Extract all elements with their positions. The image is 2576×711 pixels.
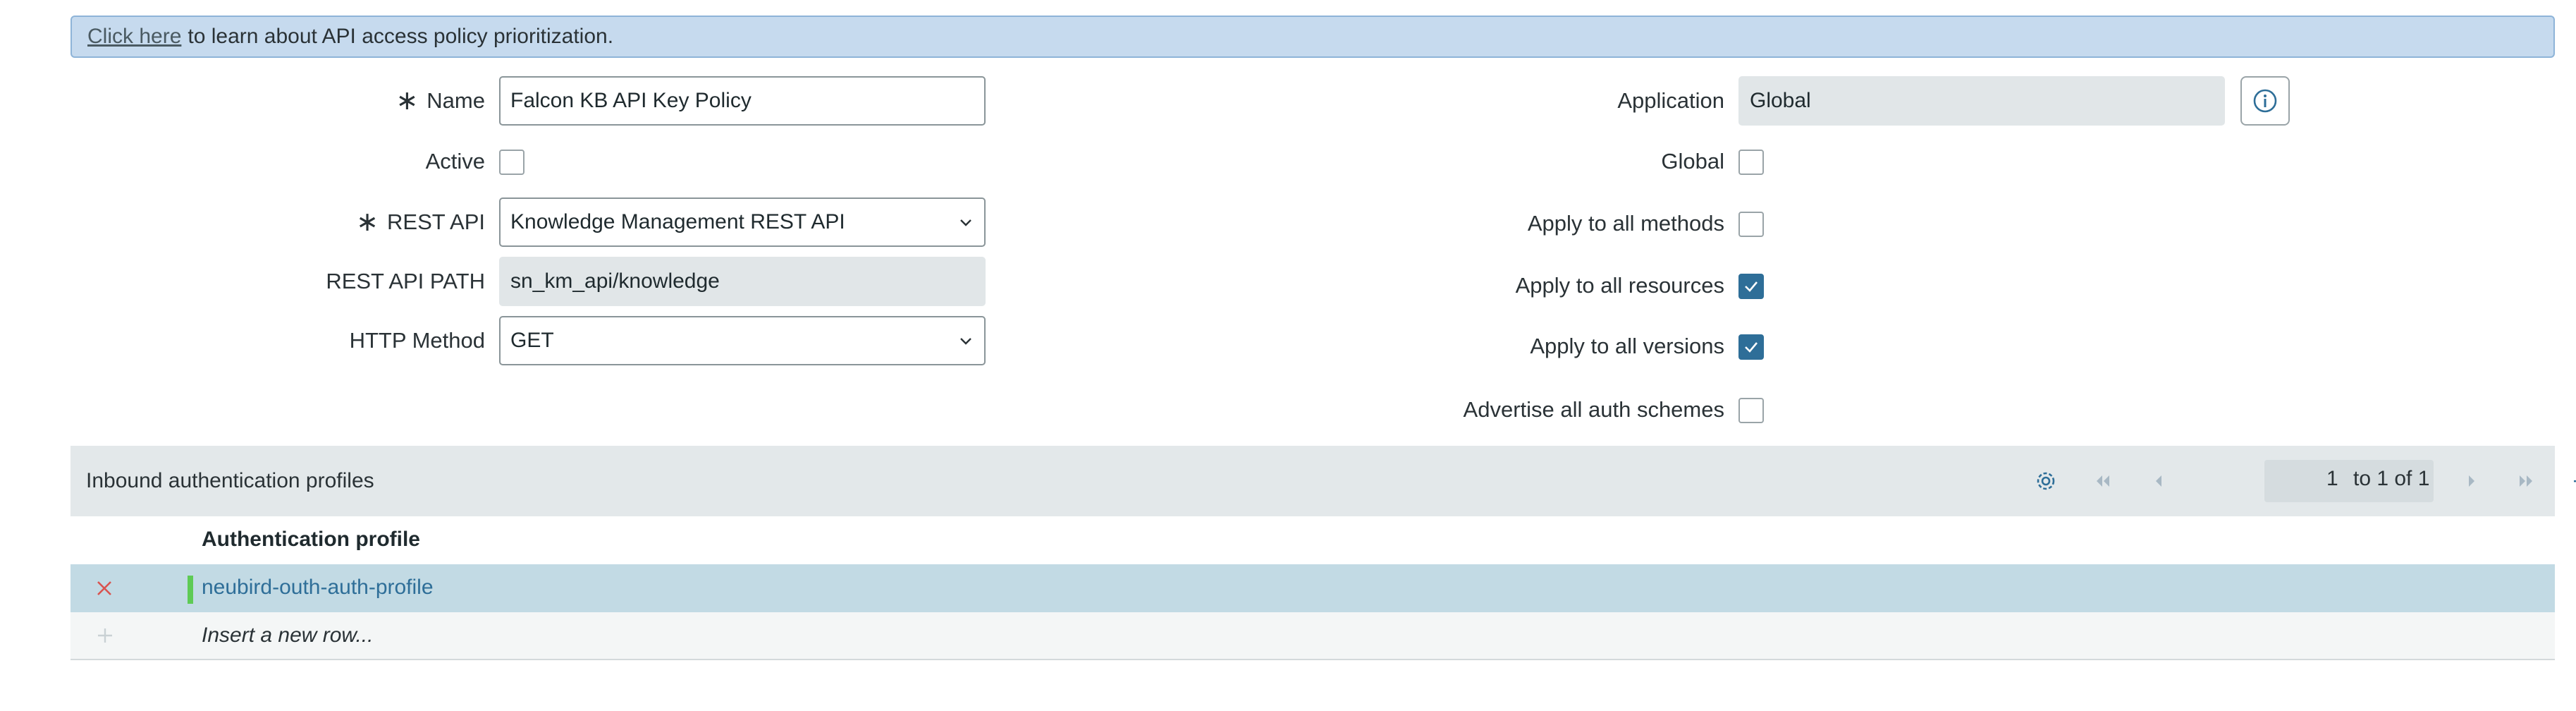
name-label: ∗ Name [395,86,485,116]
collapse-icon[interactable] [2568,466,2576,497]
apply-all-versions-checkbox[interactable] [1738,334,1764,360]
application-label: Application [1617,88,1724,113]
check-icon [1745,342,1758,353]
http-method-label: HTTP Method [349,328,485,353]
global-checkbox[interactable] [1738,150,1764,175]
apply-all-resources-checkbox[interactable] [1738,274,1764,299]
advertise-auth-checkbox[interactable] [1738,398,1764,423]
add-row-icon[interactable] [93,624,117,648]
chevron-down-icon [960,338,971,345]
check-icon [1745,281,1758,292]
http-method-select[interactable]: GET [499,316,986,365]
info-icon [2253,89,2277,113]
application-field: Global [1738,76,2225,126]
authentication-profile-link[interactable]: neubird-outh-auth-profile [202,576,434,600]
info-banner: Click here to learn about API access pol… [70,16,2555,58]
required-icon: ∗ [356,207,379,237]
previous-page-icon[interactable] [2143,466,2174,497]
apply-all-versions-label: Apply to all versions [1530,334,1724,358]
last-page-icon[interactable] [2511,466,2542,497]
column-header-authentication-profile[interactable]: Authentication profile [202,528,420,552]
click-here-link[interactable]: Click here [87,25,181,49]
active-checkbox[interactable] [499,150,525,175]
rest-api-path-label: REST API PATH [326,269,485,293]
active-label: Active [425,149,485,174]
related-list-header: Inbound authentication profiles 1 to 1 o… [70,446,2576,516]
rest-api-label: ∗ REST API [356,207,485,237]
related-list-title: Inbound authentication profiles [86,469,374,492]
global-label: Global [1661,149,1724,174]
insert-row[interactable] [70,612,2555,660]
required-icon: ∗ [395,86,419,116]
first-page-icon[interactable] [2087,466,2118,497]
banner-text: to learn about API access policy priorit… [188,25,614,48]
page-number: 1 [2326,467,2338,490]
gear-icon[interactable] [2030,466,2061,497]
next-page-icon[interactable] [2456,466,2487,497]
table-row[interactable] [70,564,2555,612]
row-changed-marker [188,576,193,604]
insert-row-placeholder: Insert a new row... [202,624,374,647]
info-button[interactable] [2240,76,2290,126]
chevron-down-icon [960,219,971,226]
advertise-auth-label: Advertise all auth schemes [1463,397,1724,422]
apply-all-methods-checkbox[interactable] [1738,212,1764,237]
apply-all-methods-label: Apply to all methods [1527,211,1724,236]
rest-api-select[interactable]: Knowledge Management REST API [499,198,986,247]
name-field[interactable]: Falcon KB API Key Policy [499,76,986,126]
delete-row-icon[interactable] [92,576,117,601]
rest-api-path-field: sn_km_api/knowledge [499,257,986,306]
apply-all-resources-label: Apply to all resources [1515,273,1724,298]
page-range-text: to 1 of 1 [2353,467,2430,490]
